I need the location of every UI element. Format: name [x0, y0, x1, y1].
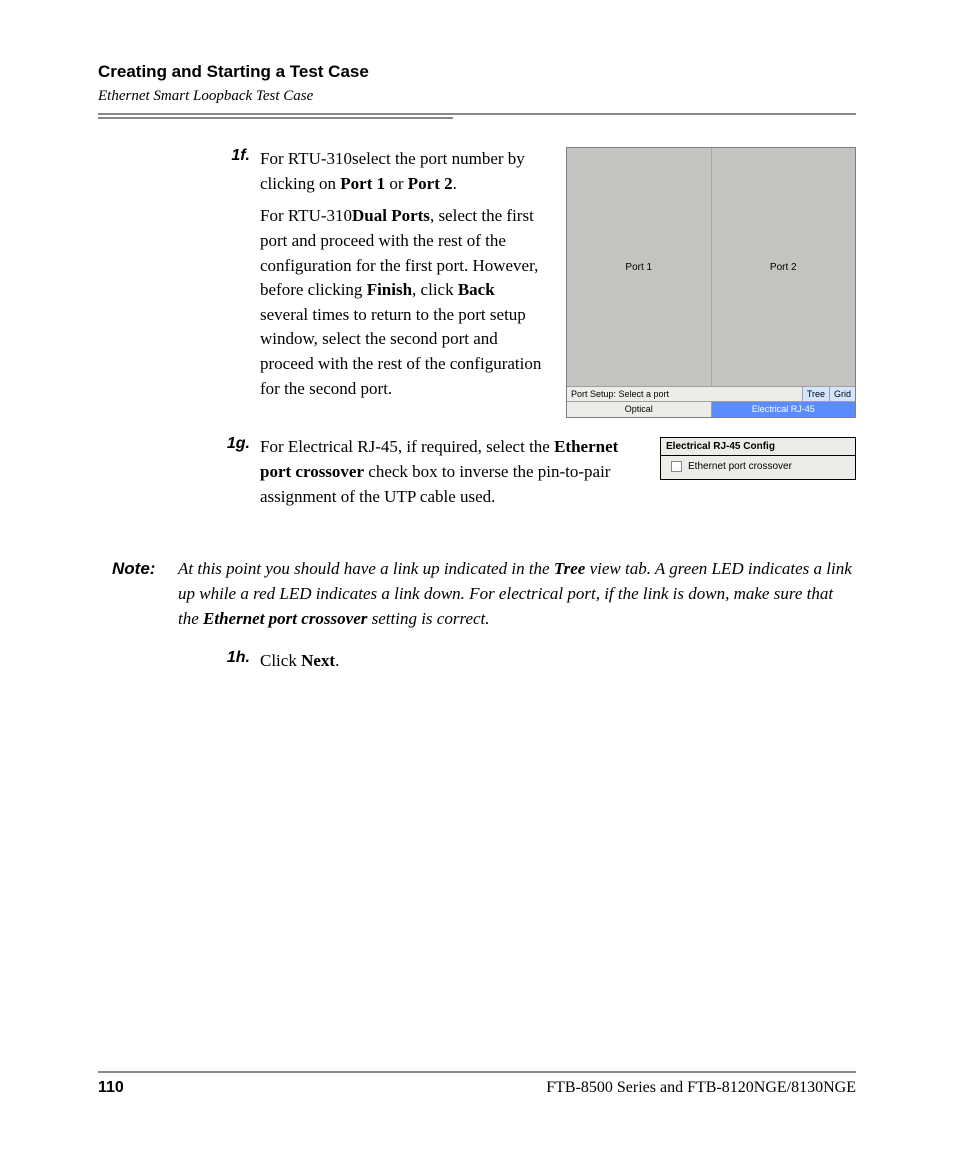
port-setup-panel: Port 1 Port 2 Port Setup: Select a port … [566, 147, 856, 418]
step-label-1g: 1g. [210, 435, 260, 517]
section-subtitle: Ethernet Smart Loopback Test Case [98, 88, 856, 105]
tab-optical[interactable]: Optical [567, 402, 712, 417]
tree-view-button[interactable]: Tree [802, 387, 829, 401]
step-label-1f: 1f. [210, 147, 260, 409]
port-2-button[interactable]: Port 2 [712, 148, 856, 386]
grid-view-button[interactable]: Grid [829, 387, 855, 401]
rj45-config-panel: Electrical RJ-45 Config Ethernet port cr… [660, 437, 856, 480]
text-bold: Ethernet port crossover [203, 609, 367, 628]
text: For Electrical RJ-45, if required, selec… [260, 437, 554, 456]
text: or [385, 174, 408, 193]
note-label: Note: [112, 557, 178, 631]
page-number: 110 [98, 1079, 124, 1097]
text: . [453, 174, 457, 193]
text: At this point you should have a link up … [178, 559, 554, 578]
step-label-1h: 1h. [210, 649, 260, 682]
divider-short [98, 117, 453, 119]
text-bold: Dual Ports [352, 206, 430, 225]
step-body-1h: Click Next. [260, 649, 339, 682]
text: , click [412, 280, 458, 299]
step-body-1g: For Electrical RJ-45, if required, selec… [260, 435, 644, 517]
text: setting is correct. [367, 609, 489, 628]
port-setup-status: Port Setup: Select a port [567, 387, 802, 401]
step-body-1f: For RTU-310select the port number by cli… [260, 147, 546, 409]
text-bold: Back [458, 280, 495, 299]
tab-electrical-rj45[interactable]: Electrical RJ-45 [712, 402, 856, 417]
product-name: FTB-8500 Series and FTB-8120NGE/8130NGE [546, 1079, 856, 1097]
text: . [335, 651, 339, 670]
text-bold: Port 2 [408, 174, 453, 193]
text: several times to return to the port setu… [260, 305, 541, 398]
rj45-config-title: Electrical RJ-45 Config [661, 438, 855, 456]
ethernet-crossover-checkbox[interactable] [671, 461, 682, 472]
section-title: Creating and Starting a Test Case [98, 62, 856, 82]
text-bold: Tree [554, 559, 585, 578]
text: For RTU-310 [260, 206, 352, 225]
port-1-button[interactable]: Port 1 [567, 148, 712, 386]
divider [98, 113, 856, 115]
ethernet-crossover-label: Ethernet port crossover [688, 461, 792, 472]
note-body: At this point you should have a link up … [178, 557, 856, 631]
footer-divider [98, 1071, 856, 1073]
text-bold: Port 1 [340, 174, 385, 193]
text-bold: Finish [367, 280, 412, 299]
text: Click [260, 651, 301, 670]
text-bold: Next [301, 651, 335, 670]
